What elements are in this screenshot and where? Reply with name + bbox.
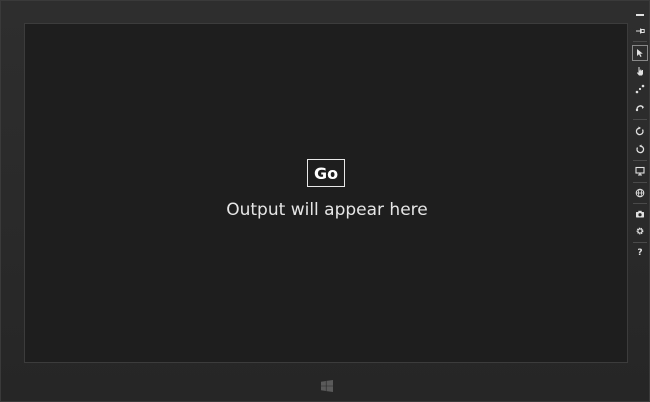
output-text: Output will appear here: [226, 200, 428, 220]
simulator-frame: Go Output will appear here ?: [0, 0, 650, 402]
minimize-icon[interactable]: [632, 7, 648, 23]
toolbar-separator: [633, 203, 647, 204]
pinch-zoom-icon[interactable]: [632, 81, 648, 97]
simulator-toolbar: ?: [630, 3, 650, 268]
toolbar-separator: [633, 119, 647, 120]
rotate-clockwise-icon[interactable]: [632, 123, 648, 139]
toolbar-separator: [633, 41, 647, 42]
rotate-counterclockwise-icon[interactable]: [632, 141, 648, 157]
screenshot-icon[interactable]: [632, 206, 648, 222]
toolbar-separator: [633, 160, 647, 161]
windows-logo-icon[interactable]: [321, 377, 333, 392]
pin-icon[interactable]: [632, 23, 648, 39]
toolbar-separator: [633, 242, 647, 243]
help-icon[interactable]: ?: [632, 245, 648, 261]
rotate-gesture-icon[interactable]: [632, 99, 648, 115]
touch-mode-icon[interactable]: [632, 63, 648, 79]
app-screen: Go Output will appear here: [24, 23, 628, 363]
toolbar-separator: [633, 182, 647, 183]
change-resolution-icon[interactable]: [632, 163, 648, 179]
settings-icon[interactable]: [632, 223, 648, 239]
mouse-mode-icon[interactable]: [632, 45, 648, 61]
set-location-icon[interactable]: [632, 185, 648, 201]
go-button[interactable]: Go: [307, 159, 345, 187]
